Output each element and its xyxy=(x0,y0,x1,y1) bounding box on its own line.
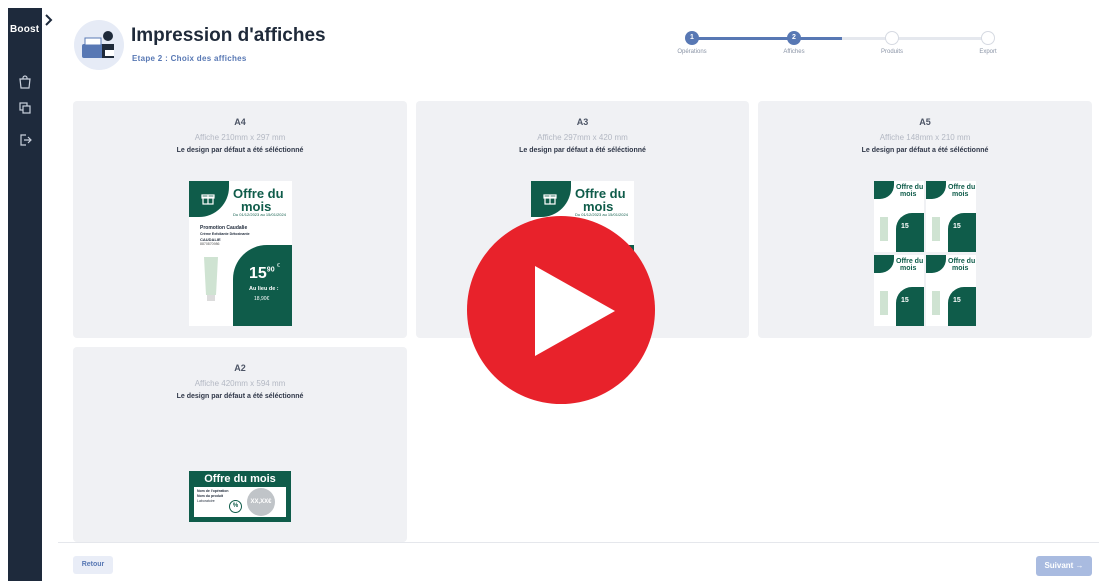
poster-product-name: Crème Exfoliante Détoxinante xyxy=(200,232,250,236)
poster-price-block xyxy=(896,213,924,252)
stepper-line-done xyxy=(692,37,842,40)
format-note: Le design par défaut a été séléctionné xyxy=(861,147,989,154)
logo-text: Boost xyxy=(10,24,40,35)
format-note: Le design par défaut a été séléctionné xyxy=(519,147,646,154)
video-play-button[interactable] xyxy=(467,216,655,404)
sidebar: Boost xyxy=(8,8,42,581)
gift-icon xyxy=(543,194,557,205)
mini-headline-1: Offre du xyxy=(948,184,976,191)
format-card-a5[interactable]: A5 Affiche 148mm x 210 mm Le design par … xyxy=(758,101,1092,338)
format-note: Le design par défaut a été séléctionné xyxy=(176,393,304,400)
app-logo[interactable]: Boost xyxy=(10,24,39,35)
a2-badge: % xyxy=(229,500,242,513)
format-name: A4 xyxy=(234,117,246,127)
format-card-a2[interactable]: A2 Affiche 420mm x 594 mm Le design par … xyxy=(73,347,407,542)
shopping-bag-icon[interactable] xyxy=(17,74,33,90)
step-1-dot[interactable]: 1 xyxy=(685,31,699,45)
gift-icon xyxy=(201,194,215,205)
header-illustration xyxy=(74,20,124,70)
format-dimensions: Affiche 420mm x 594 mm xyxy=(194,379,286,388)
poster-instead-label: Au lieu de : xyxy=(249,286,279,292)
mini-product-image xyxy=(880,217,888,241)
poster-price-main: 1590 xyxy=(249,265,275,282)
page-subtitle: Etape 2 : Choix des affiches xyxy=(132,54,247,63)
a2-line-1: Nom de l'opération xyxy=(197,489,229,493)
mini-price: 15 xyxy=(901,223,909,230)
poster-ref: 8870870986 xyxy=(200,242,220,246)
mini-headline-2: mois xyxy=(900,191,917,198)
footer-bar xyxy=(58,542,1099,581)
mini-headline-1: Offre du xyxy=(948,258,976,265)
poster-price-block xyxy=(948,213,976,252)
step-4-dot[interactable] xyxy=(981,31,995,45)
poster-corner xyxy=(926,255,946,273)
mini-price: 15 xyxy=(953,223,961,230)
poster-instead-price: 18,90€ xyxy=(254,296,270,302)
progress-stepper: 1 Opérations 2 Affiches Produits Export xyxy=(670,28,1020,68)
poster-price-block xyxy=(948,287,976,326)
poster-price-currency: € xyxy=(277,263,280,269)
format-name: A5 xyxy=(919,117,931,127)
a2-line-3: Laboratoire xyxy=(197,499,215,503)
format-card-a4[interactable]: A4 Affiche 210mm x 297 mm Le design par … xyxy=(73,101,407,338)
poster-product-title: Promotion Caudalie xyxy=(200,225,248,231)
step-3-dot[interactable] xyxy=(885,31,899,45)
poster-corner xyxy=(926,181,946,199)
mini-poster: Offre du mois 15 xyxy=(926,255,976,326)
step-2-label: Affiches xyxy=(783,49,805,55)
mini-headline-1: Offre du xyxy=(896,258,924,265)
poster-corner xyxy=(874,255,894,273)
poster-date: Du 01/12/2023 au 15/01/2024 xyxy=(233,212,286,217)
step-3-label: Produits xyxy=(880,49,903,55)
format-dimensions: Affiche 297mm x 420 mm xyxy=(537,133,628,142)
mini-price: 15 xyxy=(901,297,909,304)
chevron-right-icon[interactable] xyxy=(44,14,54,26)
step-2-dot[interactable]: 2 xyxy=(787,31,801,45)
play-icon xyxy=(535,266,615,356)
mini-headline-2: mois xyxy=(952,265,969,272)
mini-poster: Offre du mois 15 xyxy=(874,181,924,252)
mini-headline-2: mois xyxy=(900,265,917,272)
next-button[interactable]: Suivant → xyxy=(1036,556,1092,576)
mini-headline-2: mois xyxy=(952,191,969,198)
mini-poster: Offre du mois 15 xyxy=(874,255,924,326)
page-title: Impression d'affiches xyxy=(131,25,326,46)
app-root: Boost Impression d'affiches Etape 2 : Ch… xyxy=(0,0,1099,581)
format-name: A2 xyxy=(234,363,246,373)
format-dimensions: Affiche 148mm x 210 mm xyxy=(879,133,971,142)
mini-product-image xyxy=(932,217,940,241)
a2-poster-preview: Offre du mois Nom de l'opération Nom du … xyxy=(189,471,291,522)
mini-headline-1: Offre du xyxy=(896,184,924,191)
mini-price: 15 xyxy=(953,297,961,304)
a2-headline: Offre du mois xyxy=(204,473,276,485)
step-4-label: Export xyxy=(979,49,997,55)
product-tube-icon xyxy=(204,257,218,301)
stepper-line-todo xyxy=(842,37,992,40)
back-button[interactable]: Retour xyxy=(73,556,113,574)
poster-corner xyxy=(874,181,894,199)
a2-line-2: Nom du produit xyxy=(197,494,224,498)
poster-price-block xyxy=(896,287,924,326)
mini-product-image xyxy=(932,291,940,315)
a2-price-circle: XX,XX€ xyxy=(247,488,275,516)
format-note: Le design par défaut a été séléctionné xyxy=(176,147,304,154)
logout-icon[interactable] xyxy=(17,132,33,148)
format-name: A3 xyxy=(576,117,589,127)
mini-product-image xyxy=(880,291,888,315)
format-dimensions: Affiche 210mm x 297 mm xyxy=(194,133,286,142)
step-1-label: Opérations xyxy=(677,49,707,55)
mini-poster: Offre du mois 15 xyxy=(926,181,976,252)
poster-preview: Offre du mois Du 01/12/2023 au 15/01/202… xyxy=(189,181,292,326)
copy-icon[interactable] xyxy=(17,100,33,116)
